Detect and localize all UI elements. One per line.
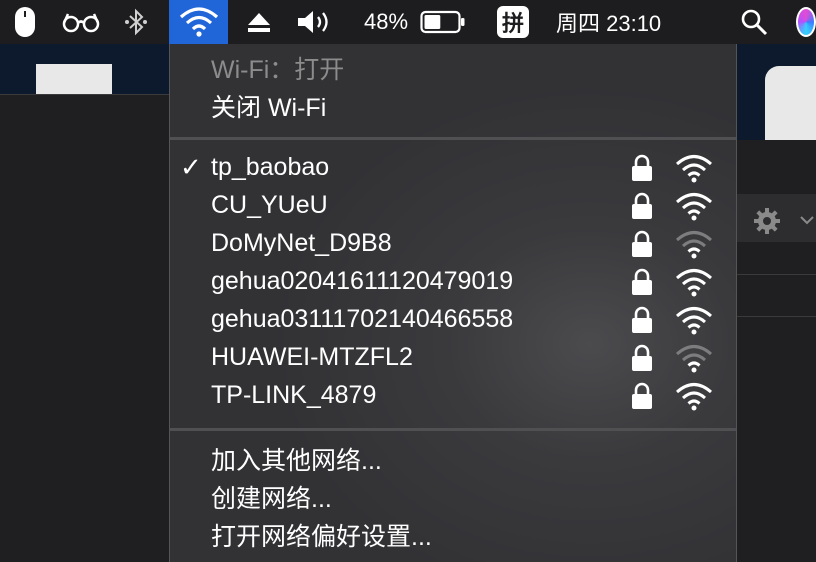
input-method-icon[interactable]: 拼 [494,0,532,44]
network-item[interactable]: gehua03111702140466558 [170,300,736,338]
menu-separator [170,428,736,431]
join-other-network-item[interactable]: 加入其他网络... [211,446,382,476]
wifi-dropdown-menu: Wi-Fi：打开 关闭 Wi-Fi ✓ tp_baobao CU_YUeU DoMyN… [169,44,737,562]
background-divider-right-2 [737,316,816,317]
background-window-right [737,44,816,562]
network-item[interactable]: DoMyNet_D9B8 [170,224,736,262]
network-item[interactable]: CU_YUeU [170,186,736,224]
wifi-menu-icon[interactable] [169,0,228,44]
input-method-label: 拼 [501,11,524,36]
network-item[interactable]: TP-LINK_4879 [170,376,736,414]
network-name: DoMyNet_D9B8 [211,229,392,257]
background-window [0,44,169,562]
background-image-left [36,64,112,94]
battery-icon[interactable] [418,0,468,44]
create-network-item[interactable]: 创建网络... [211,484,332,514]
lock-icon [630,306,654,334]
checkmark-icon: ✓ [180,152,202,182]
bluetooth-icon[interactable] [118,0,154,44]
network-name: tp_baobao [211,153,330,181]
datetime-label: 周四 23:10 [556,11,662,36]
turn-wifi-off-item[interactable]: 关闭 Wi-Fi [211,93,326,123]
wifi-signal-icon [674,229,714,259]
search-icon[interactable] [736,0,772,44]
lock-icon [630,154,654,182]
wifi-signal-icon [674,343,714,373]
wifi-signal-icon [674,305,714,335]
wifi-signal-icon [674,153,714,183]
volume-icon[interactable] [294,0,336,44]
menu-separator [170,137,736,140]
network-item[interactable]: gehua02041611120479019 [170,262,736,300]
clock[interactable]: 周四 23:10 [556,0,706,44]
battery-percent: 48% [358,0,414,44]
background-divider-right [737,274,816,275]
wifi-status-label: Wi-Fi：打开 [211,56,345,84]
battery-percent-label: 48% [363,9,409,34]
lock-icon [630,344,654,372]
eject-icon[interactable] [242,0,276,44]
network-name: gehua02041611120479019 [211,267,514,295]
wifi-signal-icon [674,381,714,411]
lock-icon [630,192,654,220]
network-name: gehua03111702140466558 [211,305,514,333]
siri-icon[interactable] [796,0,816,44]
network-name: TP-LINK_4879 [211,381,377,409]
mouse-icon[interactable] [10,0,40,44]
menu-bar: 48% 拼 周四 23:10 [0,0,816,44]
network-name: HUAWEI-MTZFL2 [211,343,413,371]
open-network-prefs-item[interactable]: 打开网络偏好设置... [211,522,432,552]
settings-gear-icon[interactable] [753,207,781,235]
wifi-signal-icon [674,267,714,297]
background-image-right [765,66,816,140]
lock-icon [630,382,654,410]
background-divider [0,94,169,95]
network-item[interactable]: ✓ tp_baobao [170,148,736,186]
wifi-signal-icon [674,191,714,221]
lock-icon [630,230,654,258]
lock-icon [630,268,654,296]
network-item[interactable]: HUAWEI-MTZFL2 [170,338,736,376]
chevron-down-icon[interactable] [799,212,815,228]
glasses-icon[interactable] [58,0,104,44]
network-name: CU_YUeU [211,191,328,219]
